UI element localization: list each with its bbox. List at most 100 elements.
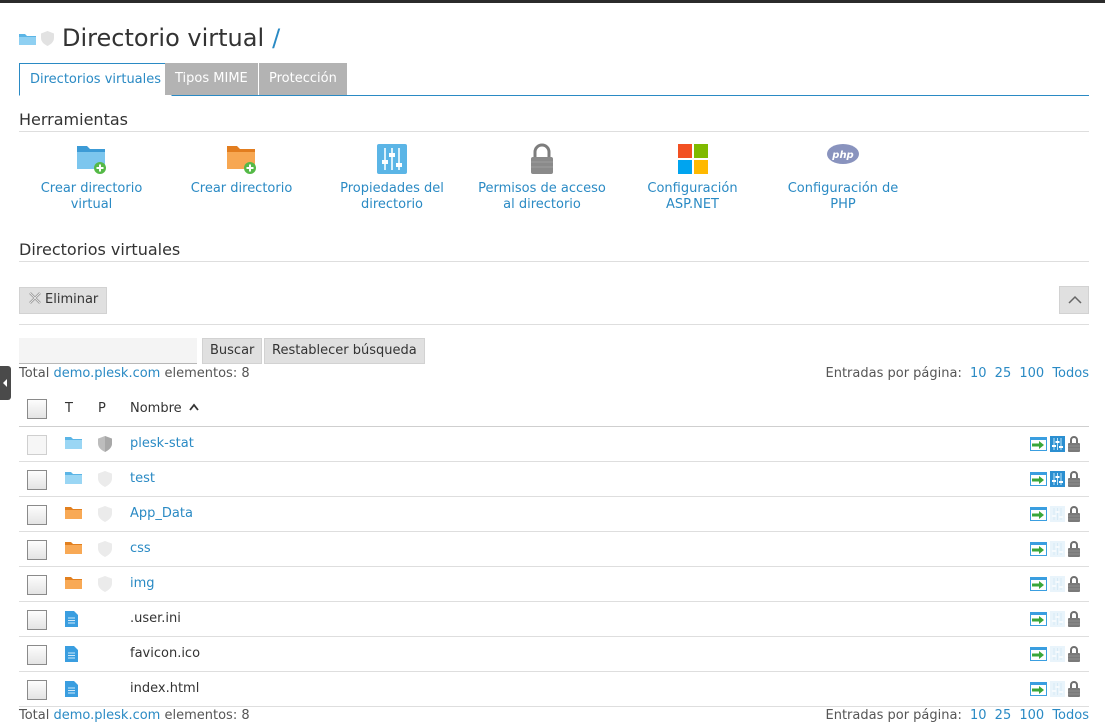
properties-icon[interactable] [1050, 436, 1065, 452]
per-page-bottom: Entradas por página: 10 25 100 Todos [826, 708, 1090, 723]
search-input[interactable] [19, 338, 197, 364]
per-page-25[interactable]: 25 [995, 708, 1012, 723]
page-title: Directorio virtual [62, 24, 265, 52]
domain-link[interactable]: demo.plesk.com [54, 366, 161, 381]
column-name[interactable]: Nombre [130, 401, 199, 416]
table-header: T P Nombre [19, 391, 1089, 427]
row-checkbox[interactable] [27, 575, 47, 595]
create-virtual-directory-tool[interactable]: Crear directorio virtual [19, 143, 164, 213]
collapse-button[interactable] [1059, 286, 1089, 314]
shield-icon [98, 471, 112, 491]
tool-label: Configuración ASP.NET [647, 181, 738, 212]
row-actions [1030, 646, 1080, 662]
row-checkbox[interactable] [27, 680, 47, 700]
tool-label: Propiedades del directorio [340, 181, 444, 212]
directory-name-link[interactable]: plesk-stat [130, 436, 194, 451]
open-in-browser-icon[interactable] [1030, 471, 1047, 487]
properties-icon [1050, 506, 1065, 522]
per-page-label: Entradas por página: [825, 366, 962, 381]
column-type: T [65, 401, 73, 416]
row-actions [1030, 576, 1080, 592]
tab-protection[interactable]: Protección [259, 63, 347, 95]
directory-name-link[interactable]: test [130, 471, 155, 486]
open-in-browser-icon[interactable] [1030, 611, 1047, 627]
open-in-browser-icon[interactable] [1030, 646, 1047, 662]
row-checkbox[interactable] [27, 610, 47, 630]
open-in-browser-icon[interactable] [1030, 436, 1047, 452]
directory-name-link[interactable]: App_Data [130, 506, 193, 521]
total-info-bottom: Total demo.plesk.com elementos: 8 [19, 708, 250, 723]
properties-icon[interactable] [1050, 471, 1065, 487]
total-info-top: Total demo.plesk.com elementos: 8 [19, 366, 250, 381]
row-actions [1030, 471, 1080, 487]
folder-orange-add-icon [226, 146, 256, 174]
table-row: App_Data [19, 497, 1089, 532]
aspnet-settings-tool[interactable]: Configuración ASP.NET [620, 143, 765, 213]
open-in-browser-icon[interactable] [1030, 541, 1047, 557]
tab-virtual-directories[interactable]: Directorios virtuales [19, 63, 173, 96]
create-directory-tool[interactable]: Crear directorio [189, 143, 294, 197]
file-icon [65, 611, 78, 631]
svg-text:php: php [831, 150, 853, 161]
lock-icon [531, 143, 553, 174]
table-row: .user.ini [19, 602, 1089, 637]
row-checkbox[interactable] [27, 540, 47, 560]
file-name: .user.ini [130, 611, 181, 626]
delete-x-icon [29, 292, 41, 304]
shield-icon [98, 436, 112, 456]
delete-button[interactable]: Eliminar [19, 287, 108, 314]
table-row: css [19, 532, 1089, 567]
permissions-lock-icon[interactable] [1068, 611, 1080, 627]
per-page-all[interactable]: Todos [1052, 708, 1089, 723]
directory-name-link[interactable]: img [130, 576, 155, 591]
per-page-25[interactable]: 25 [995, 366, 1012, 381]
permissions-lock-icon[interactable] [1068, 436, 1080, 452]
properties-icon [1050, 541, 1065, 557]
search-button[interactable]: Buscar [202, 338, 263, 364]
permissions-lock-icon[interactable] [1068, 541, 1080, 557]
path-root-link[interactable]: / [272, 24, 280, 52]
permissions-lock-icon[interactable] [1068, 576, 1080, 592]
directory-table: T P Nombre plesk-stat test App_Datacss img.… [19, 391, 1089, 707]
sidebar-toggle-handle[interactable] [0, 366, 11, 400]
properties-icon [1050, 611, 1065, 627]
select-all-checkbox[interactable] [27, 399, 47, 419]
row-checkbox[interactable] [27, 645, 47, 665]
permissions-lock-icon[interactable] [1068, 681, 1080, 697]
directory-properties-tool[interactable]: Propiedades del directorio [332, 143, 452, 213]
permissions-lock-icon[interactable] [1068, 646, 1080, 662]
total-count: elementos: 8 [164, 708, 250, 723]
permissions-lock-icon[interactable] [1068, 471, 1080, 487]
table-row: index.html [19, 672, 1089, 707]
row-actions [1030, 611, 1080, 627]
file-icon [65, 646, 78, 666]
folder-icon [19, 33, 36, 45]
per-page-10[interactable]: 10 [970, 366, 987, 381]
row-checkbox [27, 435, 47, 455]
reset-search-button[interactable]: Restablecer búsqueda [264, 338, 425, 364]
domain-link[interactable]: demo.plesk.com [54, 708, 161, 723]
per-page-100[interactable]: 100 [1019, 708, 1044, 723]
file-name: favicon.ico [130, 646, 201, 661]
permissions-lock-icon[interactable] [1068, 506, 1080, 522]
row-checkbox[interactable] [27, 470, 47, 490]
page-header: Directorio virtual / [19, 22, 280, 54]
table-row: img [19, 567, 1089, 602]
folder-add-icon [76, 146, 106, 174]
per-page-100[interactable]: 100 [1019, 366, 1044, 381]
row-actions [1030, 681, 1080, 697]
table-row: plesk-stat [19, 427, 1089, 462]
tool-label: Permisos de acceso al directorio [478, 181, 606, 212]
directory-name-link[interactable]: css [130, 541, 151, 556]
open-in-browser-icon[interactable] [1030, 681, 1047, 697]
tab-mime-types[interactable]: Tipos MIME [165, 63, 258, 95]
per-page-10[interactable]: 10 [970, 708, 987, 723]
php-settings-tool[interactable]: php Configuración de PHP [774, 143, 912, 213]
per-page-label: Entradas por página: [825, 708, 962, 723]
row-checkbox[interactable] [27, 505, 47, 525]
per-page-all[interactable]: Todos [1052, 366, 1089, 381]
open-in-browser-icon[interactable] [1030, 506, 1047, 522]
open-in-browser-icon[interactable] [1030, 576, 1047, 592]
directory-access-permissions-tool[interactable]: Permisos de acceso al directorio [472, 143, 612, 213]
shield-icon [98, 506, 112, 526]
